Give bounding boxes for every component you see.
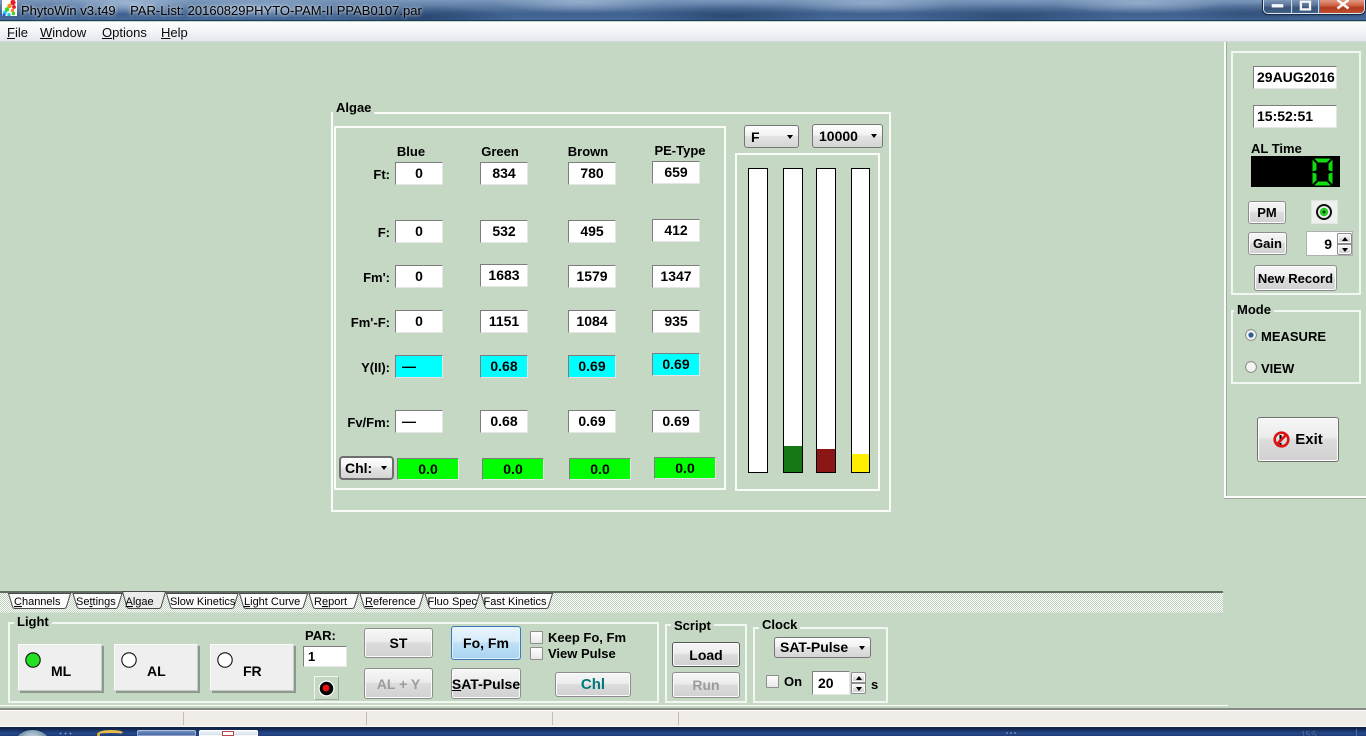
svg-text:Report: Report — [314, 596, 347, 608]
svg-text:Fluo Spec: Fluo Spec — [428, 596, 478, 608]
svg-text:Slow Kinetics: Slow Kinetics — [170, 596, 236, 608]
svg-text:Light Curve: Light Curve — [244, 596, 300, 608]
svg-text:Channels: Channels — [14, 596, 61, 608]
svg-text:Algae: Algae — [126, 596, 154, 608]
svg-text:Settings: Settings — [76, 596, 116, 608]
svg-text:Fast Kinetics: Fast Kinetics — [484, 596, 547, 608]
svg-text:Reference: Reference — [365, 596, 416, 608]
